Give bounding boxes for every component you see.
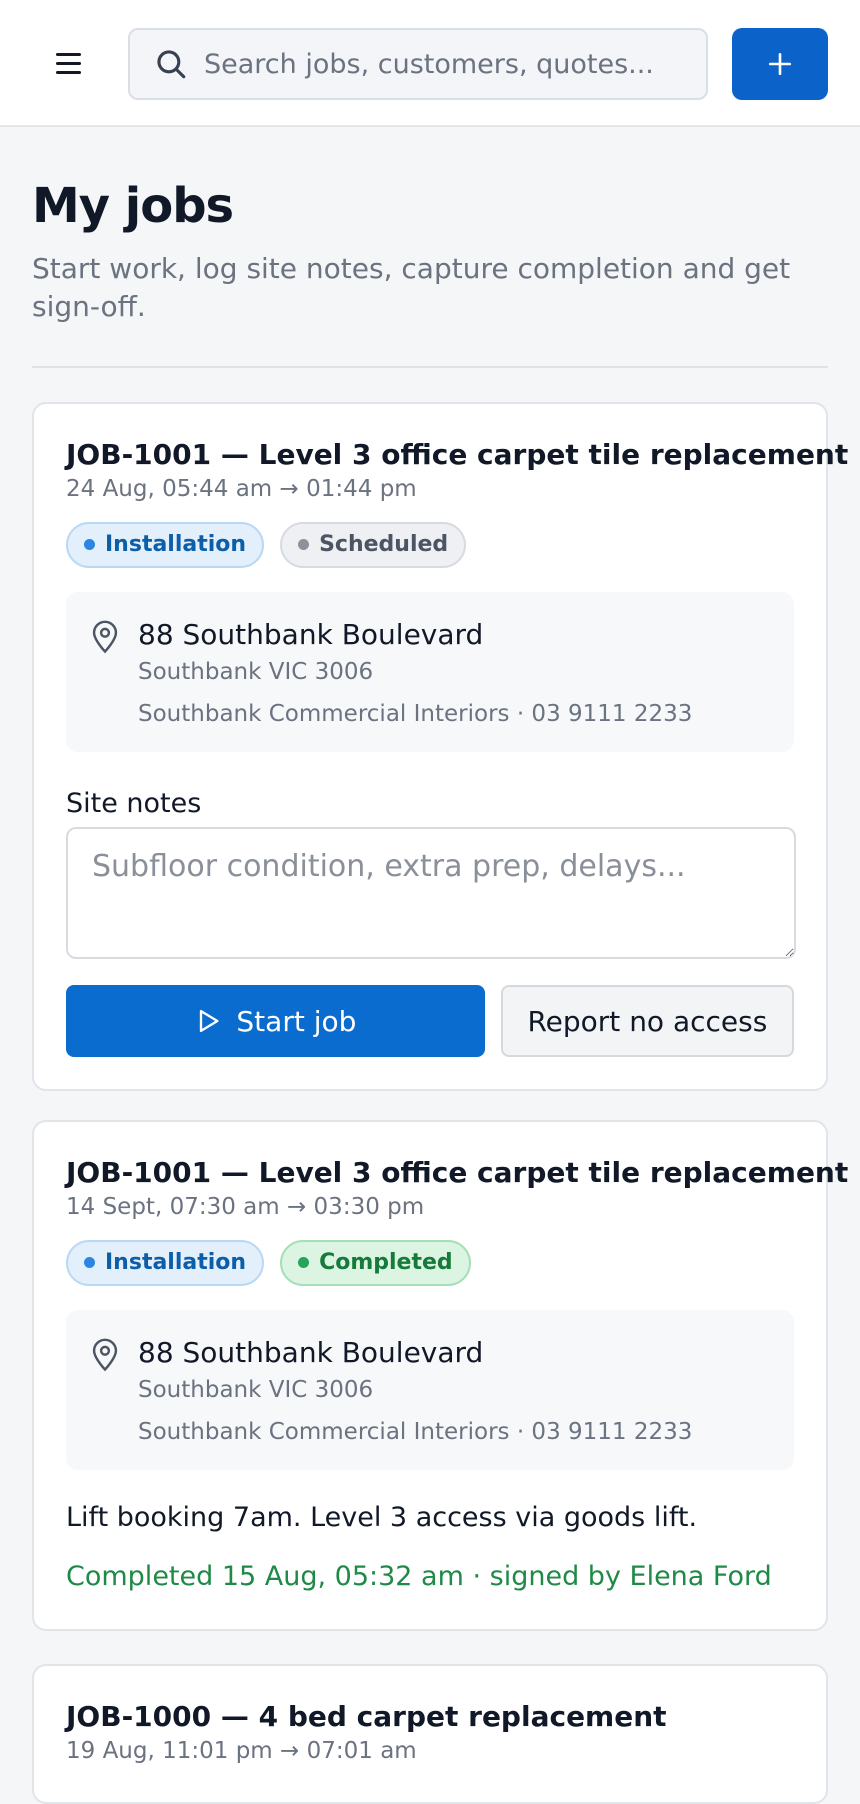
- site-notes-input[interactable]: [66, 827, 796, 960]
- site-note-text: Lift booking 7am. Level 3 access via goo…: [66, 1502, 698, 1534]
- map-pin-icon: [92, 1338, 118, 1371]
- job-chips: Installation Completed: [66, 1239, 794, 1286]
- search-input[interactable]: [204, 48, 704, 80]
- job-title[interactable]: JOB-1001 — Level 3 office carpet tile re…: [66, 438, 848, 472]
- type-chip-label: Installation: [105, 532, 247, 558]
- hamburger-icon-line: [55, 70, 81, 74]
- play-icon: [200, 1010, 219, 1033]
- job-chips: Installation Scheduled: [66, 521, 794, 568]
- dot-icon: [298, 1257, 310, 1269]
- address-suburb: Southbank VIC 3006: [138, 659, 374, 686]
- divider: [32, 366, 828, 369]
- site-notes-label: Site notes: [66, 788, 202, 820]
- dot-icon: [298, 539, 310, 551]
- address-street: 88 Southbank Boulevard: [138, 1335, 484, 1369]
- page-subtitle: Start work, log site notes, capture comp…: [32, 252, 791, 324]
- plus-icon: [768, 52, 792, 76]
- type-chip: Installation: [66, 1239, 265, 1286]
- hamburger-icon: [55, 52, 81, 56]
- search-icon: [157, 50, 186, 79]
- job-actions: Start job Report no access: [66, 985, 794, 1089]
- dot-icon: [84, 1257, 95, 1269]
- job-title[interactable]: JOB-1000 — 4 bed carpet replacement: [66, 1700, 794, 1734]
- completion-status: Completed 15 Aug, 05:32 am · signed by E…: [66, 1561, 772, 1593]
- top-bar: [0, 0, 860, 127]
- job-card: JOB-1001 — Level 3 office carpet tile re…: [32, 1120, 848, 1631]
- dot-icon: [84, 539, 95, 551]
- job-time: 24 Aug, 05:44 am → 01:44 pm: [66, 475, 417, 502]
- start-job-button[interactable]: Start job: [66, 985, 485, 1058]
- status-badge-label: Completed: [319, 1250, 453, 1276]
- job-title[interactable]: JOB-1001 — Level 3 office carpet tile re…: [66, 1156, 848, 1190]
- map-pin-icon: [92, 620, 118, 653]
- page-header: My jobs Start work, log site notes, capt…: [32, 127, 828, 369]
- address-street: 88 Southbank Boulevard: [138, 617, 484, 651]
- add-button[interactable]: [732, 28, 828, 100]
- address-text: 88 Southbank Boulevard Southbank VIC 300…: [138, 1336, 692, 1447]
- address-contact: Southbank Commercial Interiors · 03 9111…: [138, 700, 693, 727]
- type-chip-label: Installation: [105, 1250, 247, 1276]
- search-box[interactable]: [128, 28, 708, 100]
- job-time: 14 Sept, 07:30 am → 03:30 pm: [66, 1193, 425, 1220]
- report-no-access-button[interactable]: Report no access: [500, 985, 794, 1058]
- address-block: 88 Southbank Boulevard Southbank VIC 300…: [66, 1309, 794, 1471]
- hamburger-icon-line: [55, 61, 81, 65]
- status-badge-label: Scheduled: [319, 532, 449, 558]
- job-card: JOB-1000 — 4 bed carpet replacement 19 A…: [32, 1664, 828, 1804]
- address-text: 88 Southbank Boulevard Southbank VIC 300…: [138, 618, 692, 729]
- address-contact: Southbank Commercial Interiors · 03 9111…: [138, 1418, 693, 1445]
- address-suburb: Southbank VIC 3006: [138, 1377, 374, 1404]
- page-title: My jobs: [32, 178, 234, 234]
- start-job-label: Start job: [236, 1004, 357, 1038]
- status-badge: Scheduled: [280, 521, 467, 568]
- job-card: JOB-1001 — Level 3 office carpet tile re…: [32, 402, 848, 1092]
- status-badge: Completed: [280, 1239, 471, 1286]
- menu-button[interactable]: [40, 38, 96, 88]
- type-chip: Installation: [66, 521, 265, 568]
- address-block: 88 Southbank Boulevard Southbank VIC 300…: [66, 591, 794, 753]
